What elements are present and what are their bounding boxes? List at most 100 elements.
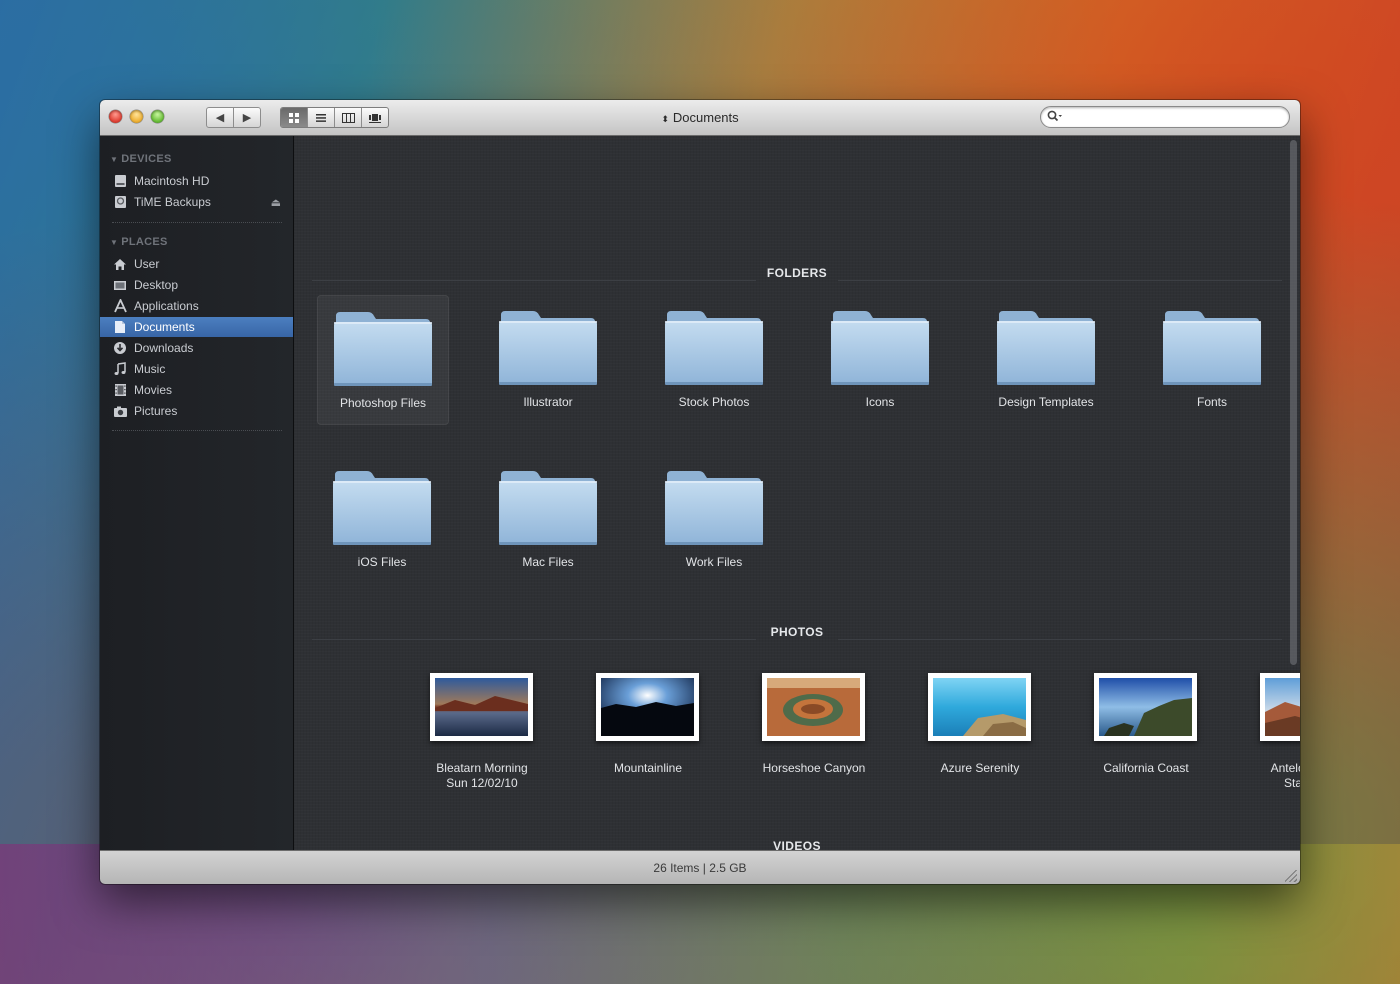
sidebar-item-macintosh-hd[interactable]: Macintosh HD xyxy=(100,171,293,191)
sidebar-item-applications[interactable]: Applications xyxy=(100,296,293,316)
pictures-icon xyxy=(112,403,128,419)
sidebar-item-label: Music xyxy=(134,362,166,376)
sidebar-item-label: Macintosh HD xyxy=(134,174,210,188)
section-rule xyxy=(838,280,1282,281)
sidebar-item-label: Movies xyxy=(134,383,173,397)
sidebar-item-time-backups[interactable]: TiME Backups ⏏ xyxy=(100,192,293,212)
sidebar-item-music[interactable]: Music xyxy=(100,359,293,379)
folder-tile[interactable]: Photoshop Files xyxy=(317,295,449,425)
sidebar-item-label: Documents xyxy=(134,320,195,334)
devices-heading-label: DEVICES xyxy=(121,153,172,165)
folder-tile[interactable]: Mac Files xyxy=(483,455,613,583)
disclosure-triangle-icon: ▼ xyxy=(110,155,119,164)
photo-tile[interactable]: Antelope Island State Park xyxy=(1247,673,1300,801)
sidebar-item-user[interactable]: User xyxy=(100,254,293,274)
applications-icon xyxy=(112,298,128,314)
photo-thumbnail xyxy=(430,673,533,741)
section-rule xyxy=(312,639,756,640)
photo-tile[interactable]: Azure Serenity xyxy=(915,673,1045,801)
folder-label: Illustrator xyxy=(523,395,573,409)
resize-grip-icon[interactable] xyxy=(1285,870,1297,882)
content-area: FOLDERS Photoshop Files Illustrator Stock … xyxy=(294,136,1300,850)
photo-label: Mountainline xyxy=(613,761,683,775)
folders-heading: FOLDERS xyxy=(766,266,828,280)
desktop-icon xyxy=(112,277,128,293)
folder-label: Mac Files xyxy=(522,555,574,569)
window-title-text: Documents xyxy=(672,110,739,125)
section-rule xyxy=(838,639,1282,640)
folder-label: Photoshop Files xyxy=(339,396,427,410)
photo-label: Azure Serenity xyxy=(940,761,1020,775)
sidebar-item-documents[interactable]: Documents xyxy=(100,317,293,337)
folder-tile[interactable]: iOS Files xyxy=(317,455,447,583)
downloads-icon xyxy=(112,340,128,356)
search-field[interactable] xyxy=(1040,106,1290,128)
folder-tile[interactable]: Work Files xyxy=(649,455,779,583)
folder-icon xyxy=(499,311,597,385)
folder-label: Icons xyxy=(865,395,895,409)
documents-icon xyxy=(112,319,128,335)
movies-icon xyxy=(112,382,128,398)
folder-label: Work Files xyxy=(685,555,743,569)
folder-icon xyxy=(1163,311,1261,385)
folder-tile[interactable]: Fonts xyxy=(1147,295,1277,423)
sidebar-item-pictures[interactable]: Pictures xyxy=(100,401,293,421)
folder-icon xyxy=(499,471,597,545)
sidebar-item-label: TiME Backups xyxy=(134,195,211,209)
photo-tile[interactable]: Horseshoe Canyon xyxy=(749,673,879,801)
path-menu-icon: ⬍ xyxy=(661,114,669,124)
folder-icon xyxy=(334,312,432,386)
sidebar-item-label: Desktop xyxy=(134,278,179,292)
music-icon xyxy=(112,361,128,377)
sidebar-item-label: Applications xyxy=(134,299,199,313)
photo-label: Antelope Island xyxy=(1270,761,1300,775)
folder-label: Design Templates xyxy=(998,395,1094,409)
folder-icon xyxy=(665,311,763,385)
places-heading[interactable]: ▼ PLACES xyxy=(110,236,168,248)
photo-label: Horseshoe Canyon xyxy=(762,761,866,775)
backup-drive-icon xyxy=(112,194,128,210)
section-rule xyxy=(312,280,756,281)
sidebar-item-movies[interactable]: Movies xyxy=(100,380,293,400)
sidebar-item-label: User xyxy=(134,257,160,271)
photo-label: Bleatarn Morning xyxy=(436,761,528,775)
eject-icon[interactable]: ⏏ xyxy=(271,196,281,209)
title-bar: ◀ ▶ ⬍ Documents xyxy=(100,100,1300,136)
folder-label: iOS Files xyxy=(357,555,407,569)
sidebar-divider xyxy=(112,222,282,223)
folder-tile[interactable]: Illustrator xyxy=(483,295,613,423)
photo-thumbnail xyxy=(762,673,865,741)
sidebar-item-downloads[interactable]: Downloads xyxy=(100,338,293,358)
photo-label-line2: Sun 12/02/10 xyxy=(446,776,518,790)
sidebar-item-label: Pictures xyxy=(134,404,178,418)
sidebar-item-desktop[interactable]: Desktop xyxy=(100,275,293,295)
photo-tile[interactable]: Bleatarn Morning Sun 12/02/10 xyxy=(417,673,547,801)
photo-thumbnail xyxy=(596,673,699,741)
folder-tile[interactable]: Design Templates xyxy=(981,295,1111,423)
photo-thumbnail xyxy=(1094,673,1197,741)
videos-heading: VIDEOS xyxy=(773,839,821,850)
photo-label: California Coast xyxy=(1103,761,1189,775)
folder-label: Stock Photos xyxy=(678,395,750,409)
folder-tile[interactable]: Icons xyxy=(815,295,945,423)
photo-label-line2: State Park xyxy=(1283,776,1300,790)
photo-tile[interactable]: Mountainline xyxy=(583,673,713,801)
folder-icon xyxy=(997,311,1095,385)
sidebar-divider xyxy=(112,430,282,431)
home-icon xyxy=(112,256,128,272)
vertical-scrollbar[interactable] xyxy=(1290,140,1297,665)
folder-icon xyxy=(333,471,431,545)
sidebar-item-label: Downloads xyxy=(134,341,194,355)
search-input[interactable] xyxy=(1067,109,1281,126)
finder-window: ◀ ▶ ⬍ Documents ▼ DEVICES Macintosh HD T… xyxy=(100,100,1300,884)
photo-tile[interactable]: California Coast xyxy=(1081,673,1211,801)
status-bar: 26 Items | 2.5 GB xyxy=(100,850,1300,884)
devices-heading[interactable]: ▼ DEVICES xyxy=(110,153,172,165)
folder-label: Fonts xyxy=(1196,395,1227,409)
photos-heading: PHOTOS xyxy=(770,625,824,639)
hard-drive-icon xyxy=(112,173,128,189)
status-text: 26 Items | 2.5 GB xyxy=(653,861,747,875)
disclosure-triangle-icon: ▼ xyxy=(110,238,119,247)
folder-tile[interactable]: Stock Photos xyxy=(649,295,779,423)
sidebar: ▼ DEVICES Macintosh HD TiME Backups ⏏ ▼ PL… xyxy=(100,136,294,850)
